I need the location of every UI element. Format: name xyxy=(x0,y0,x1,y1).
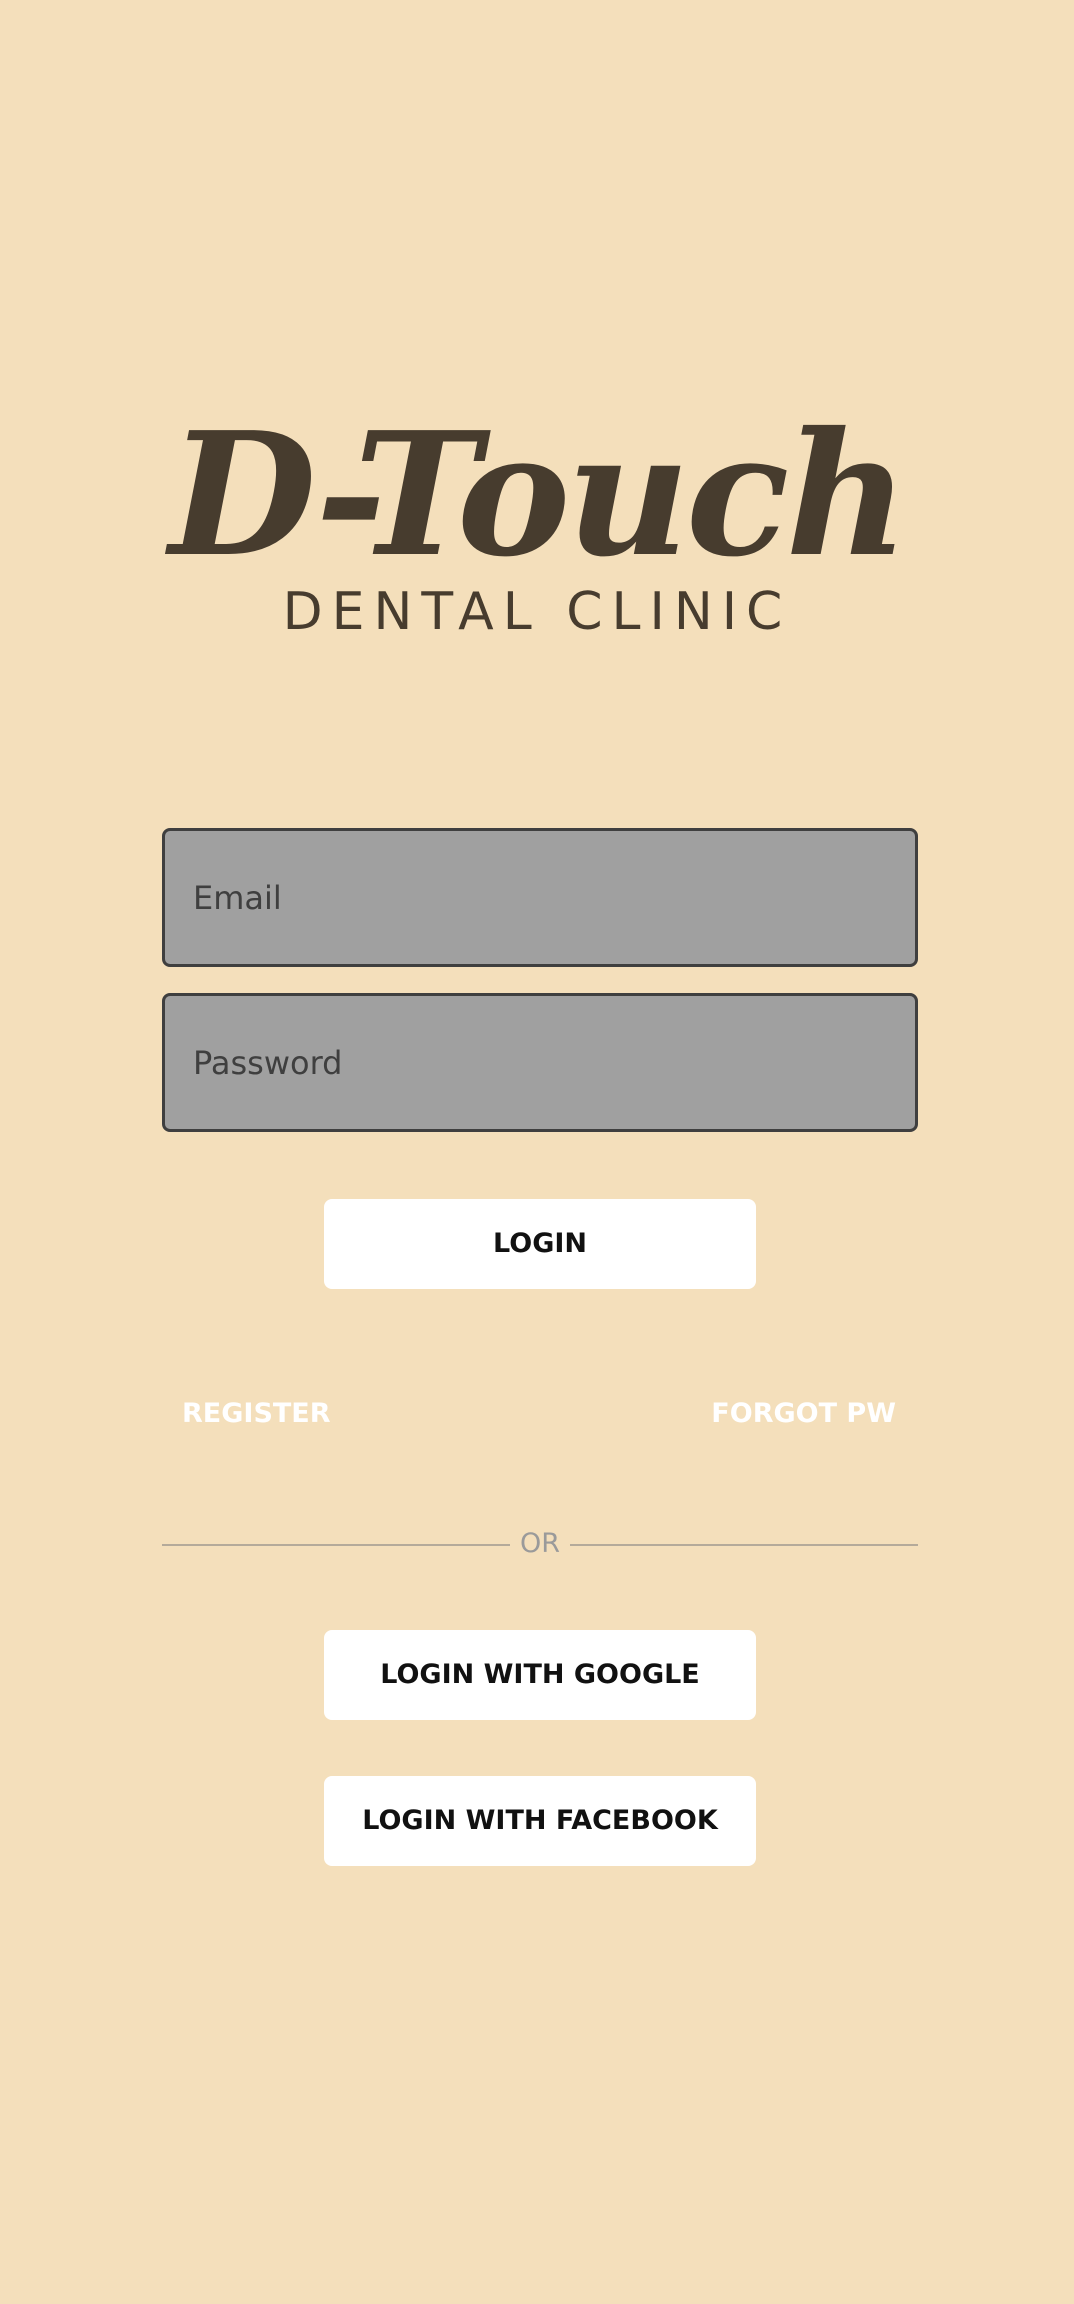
logo-subtitle: DENTAL CLINIC xyxy=(282,582,792,642)
logo-title: D-Touch xyxy=(168,395,909,595)
login-google-button[interactable]: LOGIN WITH GOOGLE xyxy=(324,1630,756,1720)
login-button[interactable]: LOGIN xyxy=(324,1199,756,1289)
password-field[interactable] xyxy=(162,993,918,1132)
app-logo: D-Touch DENTAL CLINIC xyxy=(0,410,1074,650)
login-facebook-button[interactable]: LOGIN WITH FACEBOOK xyxy=(324,1776,756,1866)
email-field[interactable] xyxy=(162,828,918,967)
divider-or-text: OR xyxy=(519,1528,560,1559)
register-link[interactable]: REGISTER xyxy=(182,1394,331,1434)
divider-line-right xyxy=(570,1544,918,1546)
forgot-password-link[interactable]: FORGOT PW xyxy=(711,1394,896,1434)
divider-line-left xyxy=(162,1544,510,1546)
